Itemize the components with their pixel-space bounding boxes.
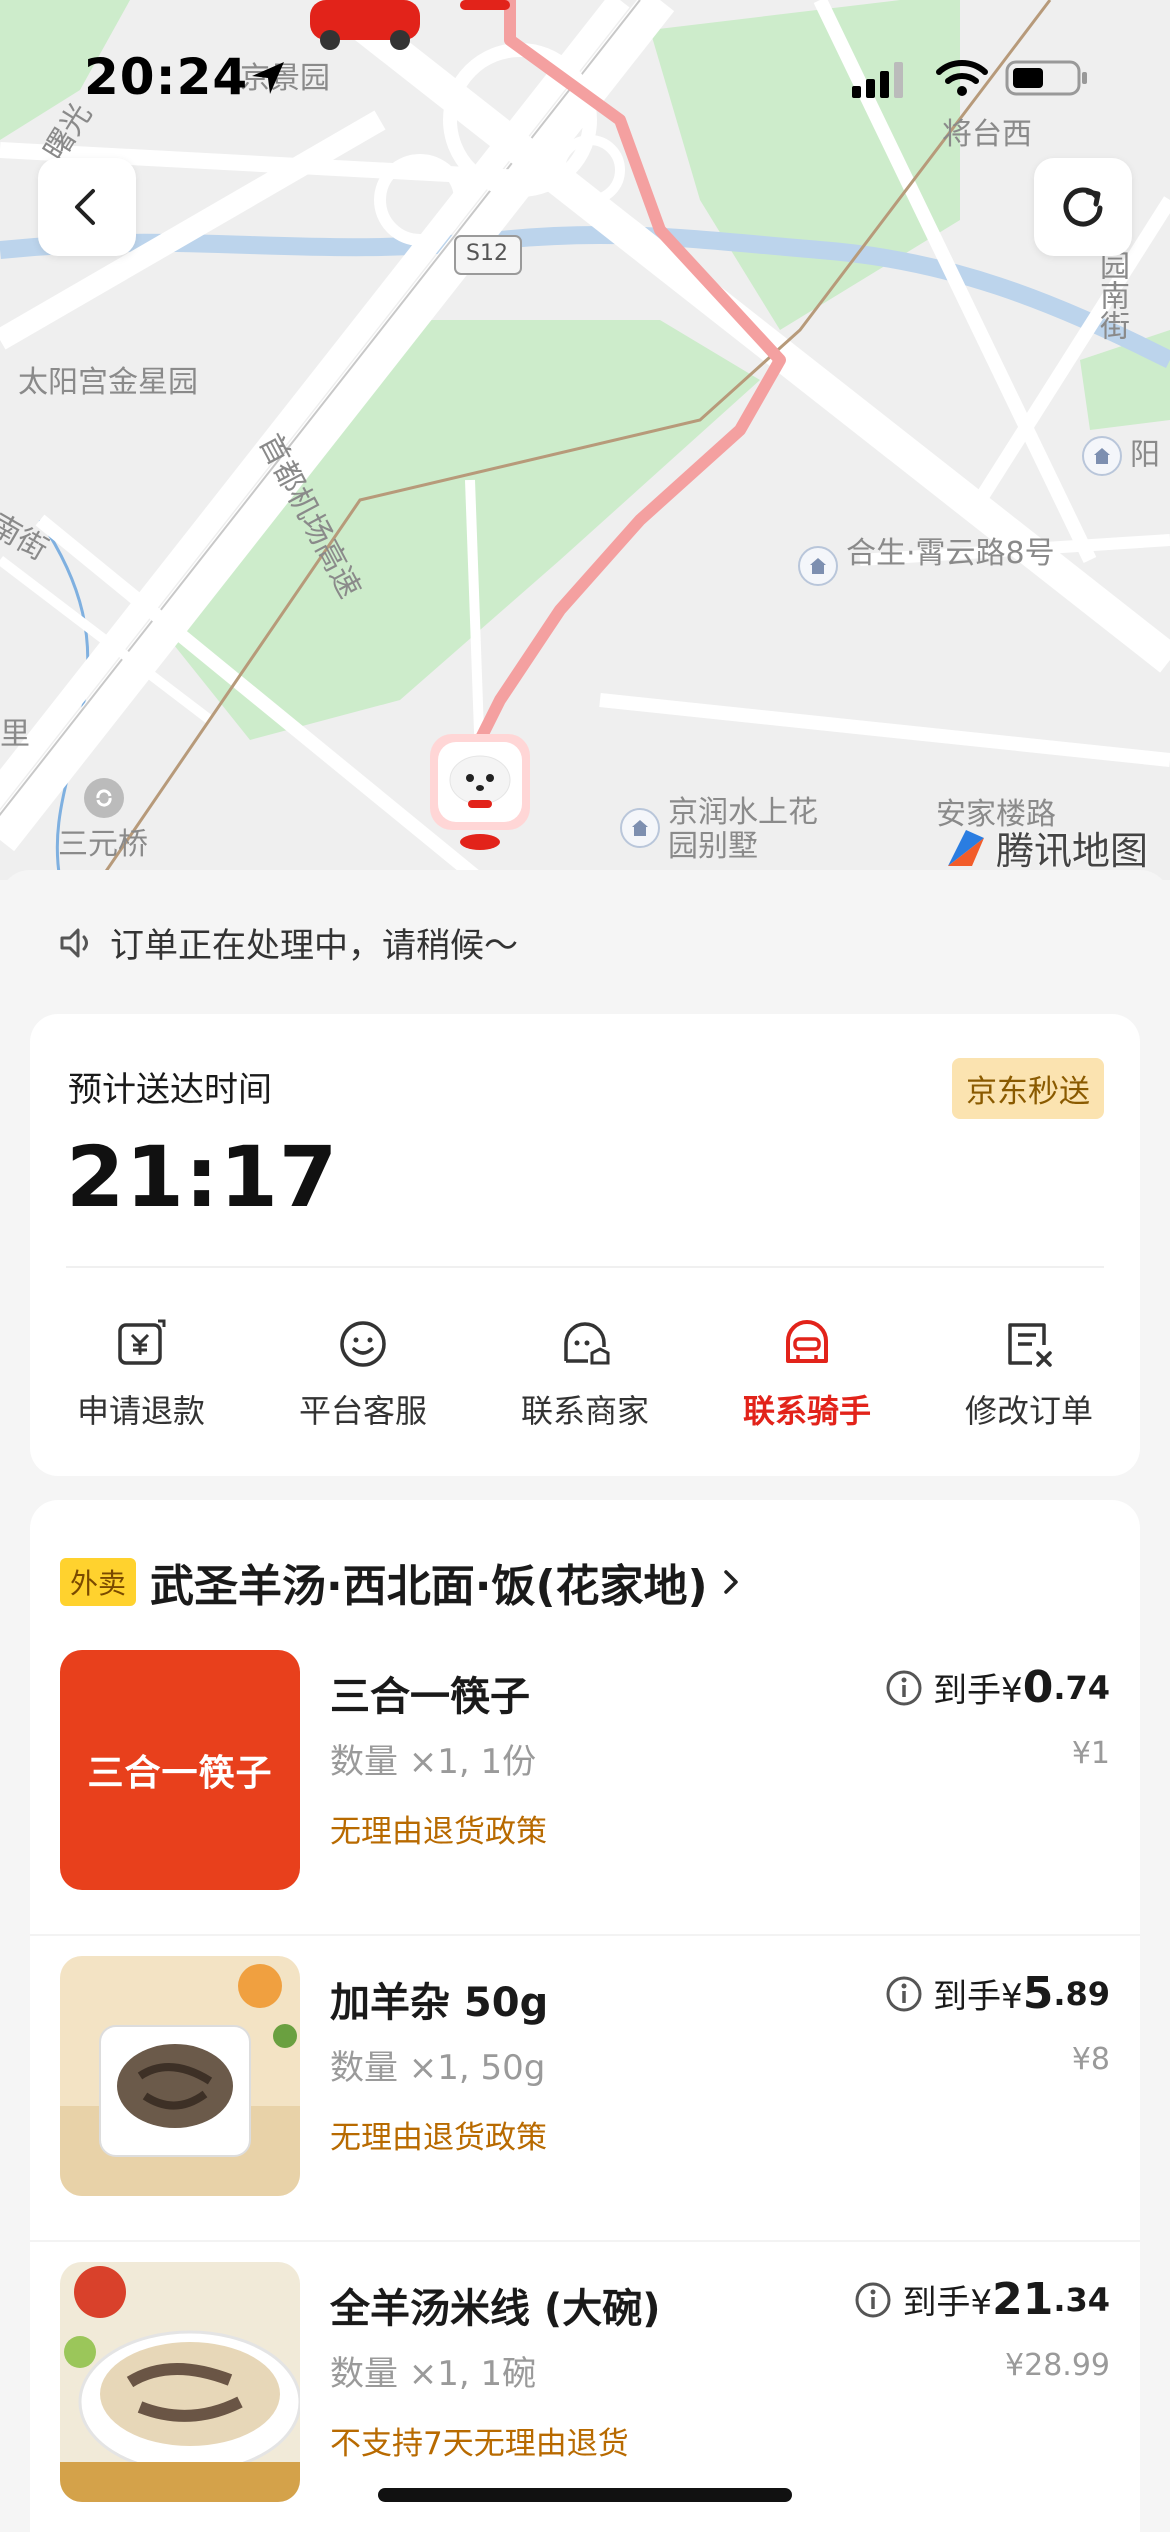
map-label-taiyanggong: 太阳宫金星园 — [18, 365, 198, 400]
delivery-map[interactable]: 京景园 将台西 S12 太阳宫金星园 曙光 首都机场高速 南街 园南街 阳 合生… — [0, 0, 1170, 880]
poi-icon — [798, 546, 838, 586]
item-final-price[interactable]: 到手¥ 5.89 — [885, 1968, 1110, 2019]
map-label-yang: 阳 — [1082, 436, 1160, 476]
chevron-left-icon — [75, 189, 95, 225]
status-time: 20:24 — [84, 48, 249, 106]
item-name: 加羊杂 50g — [330, 1980, 549, 2026]
item-original-price: ¥28.99 — [1005, 2348, 1110, 2383]
cellular-signal-icon — [852, 62, 903, 98]
takeout-tag: 外卖 — [60, 1558, 137, 1606]
item-thumbnail — [60, 2262, 300, 2502]
poi-icon — [620, 808, 660, 848]
edit-order-icon — [999, 1314, 1059, 1374]
map-label-s12: S12 — [466, 241, 508, 266]
order-item[interactable]: 三合一筷子 三合一筷子 数量 ×1, 1份 无理由退货政策 到手¥ 0.74 ¥1 — [30, 1630, 1140, 1936]
customer-service-icon — [333, 1314, 393, 1374]
refresh-icon — [1063, 187, 1103, 227]
edit-order-button[interactable]: 修改订单 — [918, 1314, 1140, 1444]
eta-card: 预计送达时间 21:17 京东秒送 申请退款 平台客服 联系商家 联系骑手 修改… — [30, 1014, 1140, 1476]
return-policy: 无理由退货政策 — [330, 1814, 547, 1850]
food-image — [60, 1964, 300, 2196]
store-name: 武圣羊汤·西北面·饭(花家地) — [150, 1561, 708, 1612]
eta-label: 预计送达时间 — [68, 1070, 272, 1110]
thumbnail-text: 三合一筷子 — [87, 1753, 273, 1794]
tencent-map-logo-icon — [948, 829, 984, 866]
store-link[interactable]: 外卖 武圣羊汤·西北面·饭(花家地) — [60, 1550, 744, 1614]
item-original-price: ¥8 — [1071, 2042, 1110, 2077]
return-policy: 无理由退货政策 — [330, 2120, 547, 2156]
item-thumbnail — [60, 1956, 300, 2196]
notice-text: 订单正在处理中，请稍候～ — [110, 926, 518, 966]
tencent-map-attribution: 腾讯地图 — [942, 820, 1148, 875]
destination-mascot-marker — [430, 734, 530, 850]
price-decimal: .89 — [1053, 1974, 1110, 2013]
poi-icon — [1082, 436, 1122, 476]
order-item[interactable]: 加羊杂 50g 数量 ×1, 50g 无理由退货政策 到手¥ 5.89 ¥8 — [30, 1936, 1140, 2242]
refund-icon — [111, 1314, 171, 1374]
action-label: 申请退款 — [76, 1392, 205, 1430]
item-original-price: ¥1 — [1071, 1736, 1110, 1771]
location-arrow-icon — [252, 62, 284, 94]
price-prefix: 到手¥ — [902, 2283, 993, 2323]
refresh-button[interactable] — [1034, 158, 1132, 256]
delivery-service-badge: 京东秒送 — [952, 1058, 1104, 1119]
price-decimal: .34 — [1053, 2280, 1110, 2319]
return-policy: 不支持7天无理由退货 — [330, 2426, 629, 2462]
item-final-price[interactable]: 到手¥ 0.74 — [885, 1662, 1110, 1713]
speaker-icon — [60, 928, 88, 957]
battery-icon — [1005, 60, 1087, 96]
eta-time: 21:17 — [66, 1128, 339, 1226]
customer-service-button[interactable]: 平台客服 — [252, 1314, 474, 1444]
rider-icon — [777, 1314, 837, 1374]
contact-merchant-button[interactable]: 联系商家 — [474, 1314, 696, 1444]
processing-notice: 订单正在处理中，请稍候～ — [56, 918, 518, 967]
back-button[interactable] — [38, 158, 136, 256]
interchange-icon — [84, 778, 124, 818]
order-actions: 申请退款 平台客服 联系商家 联系骑手 修改订单 — [30, 1314, 1140, 1444]
order-sheet: 订单正在处理中，请稍候～ 预计送达时间 21:17 京东秒送 申请退款 平台客服 — [0, 870, 1170, 2532]
map-label-li: 里 — [0, 717, 30, 752]
price-decimal: .74 — [1053, 1668, 1110, 1707]
map-label-yuannanjie: 园南街 — [1094, 250, 1129, 340]
merchant-icon — [555, 1314, 615, 1374]
action-label: 联系骑手 — [742, 1392, 871, 1430]
item-name: 三合一筷子 — [330, 1674, 530, 1720]
refund-button[interactable]: 申请退款 — [30, 1314, 252, 1444]
attribution-text: 腾讯地图 — [996, 829, 1149, 873]
action-label: 平台客服 — [298, 1392, 427, 1430]
action-label: 修改订单 — [964, 1392, 1093, 1430]
map-label-hesheng: 合生·霄云路8号 — [798, 536, 1058, 586]
price-integer: 0 — [1022, 1662, 1054, 1713]
action-label: 联系商家 — [520, 1392, 649, 1430]
map-label-sanyuanqiao: 三元桥 — [58, 827, 148, 862]
item-final-price[interactable]: 到手¥ 21.34 — [854, 2274, 1110, 2325]
price-integer: 21 — [992, 2274, 1054, 2325]
item-thumbnail: 三合一筷子 — [60, 1650, 300, 1890]
info-icon[interactable] — [885, 1669, 923, 1707]
price-integer: 5 — [1022, 1968, 1054, 2019]
item-quantity: 数量 ×1, 1份 — [330, 1742, 537, 1782]
wifi-icon — [936, 60, 988, 96]
item-name: 全羊汤米线 (大碗) — [330, 2286, 661, 2332]
home-indicator[interactable] — [378, 2488, 792, 2502]
item-quantity: 数量 ×1, 50g — [330, 2048, 546, 2088]
food-image — [60, 2266, 300, 2502]
price-prefix: 到手¥ — [933, 1977, 1023, 2017]
contact-rider-button[interactable]: 联系骑手 — [696, 1314, 918, 1444]
status-bar: 20:24 — [0, 0, 1170, 150]
info-icon[interactable] — [885, 1975, 923, 2013]
order-items-card: 外卖 武圣羊汤·西北面·饭(花家地) 三合一筷子 三合一筷子 数量 ×1, 1份… — [30, 1500, 1140, 2532]
chevron-right-icon — [723, 1570, 738, 1594]
price-prefix: 到手¥ — [933, 1671, 1023, 1711]
map-label-jingrun: 京润水上花园别墅 — [620, 796, 820, 864]
item-quantity: 数量 ×1, 1碗 — [330, 2354, 537, 2394]
divider — [66, 1266, 1104, 1268]
info-icon[interactable] — [854, 2281, 892, 2319]
